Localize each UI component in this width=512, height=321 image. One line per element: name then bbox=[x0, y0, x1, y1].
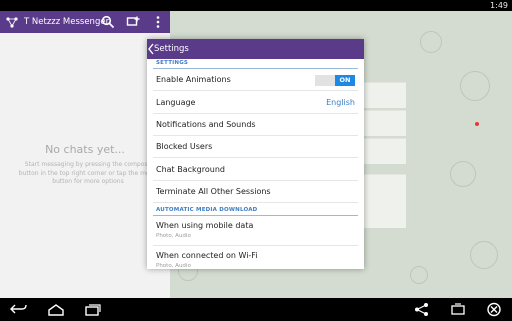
background-panel bbox=[364, 110, 406, 136]
app-bar: T Netzzz Messenger bbox=[0, 11, 170, 33]
animations-toggle[interactable]: ON bbox=[315, 75, 355, 86]
background-doodle bbox=[450, 161, 476, 187]
mobile-data-sub: Photo, Audio bbox=[156, 233, 191, 239]
back-icon[interactable] bbox=[10, 302, 28, 317]
wifi-sub: Photo, Audio bbox=[156, 263, 191, 269]
terminate-sessions-row[interactable]: Terminate All Other Sessions bbox=[153, 181, 358, 203]
notification-dot bbox=[475, 122, 479, 126]
wifi-row[interactable]: When connected on Wi-Fi Photo, Audio bbox=[153, 246, 358, 269]
empty-state-title: No chats yet... bbox=[45, 143, 125, 156]
language-row[interactable]: Language English bbox=[153, 92, 358, 114]
notifications-label: Notifications and Sounds bbox=[156, 120, 256, 129]
toggle-track bbox=[315, 75, 335, 86]
background-doodle bbox=[410, 266, 428, 284]
navigation-bar bbox=[0, 298, 512, 321]
mobile-data-label: When using mobile data bbox=[156, 221, 254, 230]
terminate-sessions-label: Terminate All Other Sessions bbox=[156, 187, 271, 196]
blocked-users-label: Blocked Users bbox=[156, 142, 213, 151]
status-bar: 1:49 bbox=[0, 0, 512, 11]
notifications-row[interactable]: Notifications and Sounds bbox=[153, 114, 358, 136]
blocked-users-row[interactable]: Blocked Users bbox=[153, 136, 358, 158]
wifi-label: When connected on Wi-Fi bbox=[156, 251, 258, 260]
mobile-data-row[interactable]: When using mobile data Photo, Audio bbox=[153, 216, 358, 246]
section-header-media: AUTOMATIC MEDIA DOWNLOAD bbox=[156, 207, 258, 213]
overflow-menu-icon[interactable] bbox=[151, 15, 165, 29]
language-label: Language bbox=[156, 98, 196, 107]
rotate-icon[interactable] bbox=[449, 302, 467, 317]
background-panel bbox=[364, 82, 406, 108]
enable-animations-label: Enable Animations bbox=[156, 75, 231, 84]
background-panel bbox=[364, 174, 406, 228]
chat-background-row[interactable]: Chat Background bbox=[153, 159, 358, 181]
status-time: 1:49 bbox=[490, 1, 508, 10]
background-panel bbox=[364, 138, 406, 164]
recent-apps-icon[interactable] bbox=[84, 302, 102, 317]
chat-background-label: Chat Background bbox=[156, 165, 225, 174]
search-icon[interactable] bbox=[101, 15, 115, 29]
background-doodle bbox=[420, 31, 442, 53]
app-title: T Netzzz Messenger bbox=[24, 17, 110, 27]
toggle-on-label: ON bbox=[335, 75, 355, 86]
share-icon[interactable] bbox=[413, 302, 431, 317]
chat-list-pane: T Netzzz Messenger No chats yet... Start… bbox=[0, 11, 170, 298]
settings-title: Settings bbox=[154, 44, 189, 54]
background-doodle bbox=[460, 71, 490, 101]
language-value: English bbox=[326, 98, 355, 107]
home-icon[interactable] bbox=[47, 302, 65, 317]
background-doodle bbox=[470, 241, 498, 269]
compose-icon[interactable] bbox=[126, 15, 140, 29]
settings-header: Settings bbox=[147, 39, 364, 59]
settings-dialog: Settings SETTINGS Enable Animations ON L… bbox=[147, 39, 364, 269]
close-icon[interactable] bbox=[485, 302, 503, 317]
empty-state-hint: Start messaging by pressing the compose … bbox=[18, 161, 158, 185]
app-logo-icon bbox=[6, 17, 18, 28]
section-header-settings: SETTINGS bbox=[156, 60, 189, 66]
